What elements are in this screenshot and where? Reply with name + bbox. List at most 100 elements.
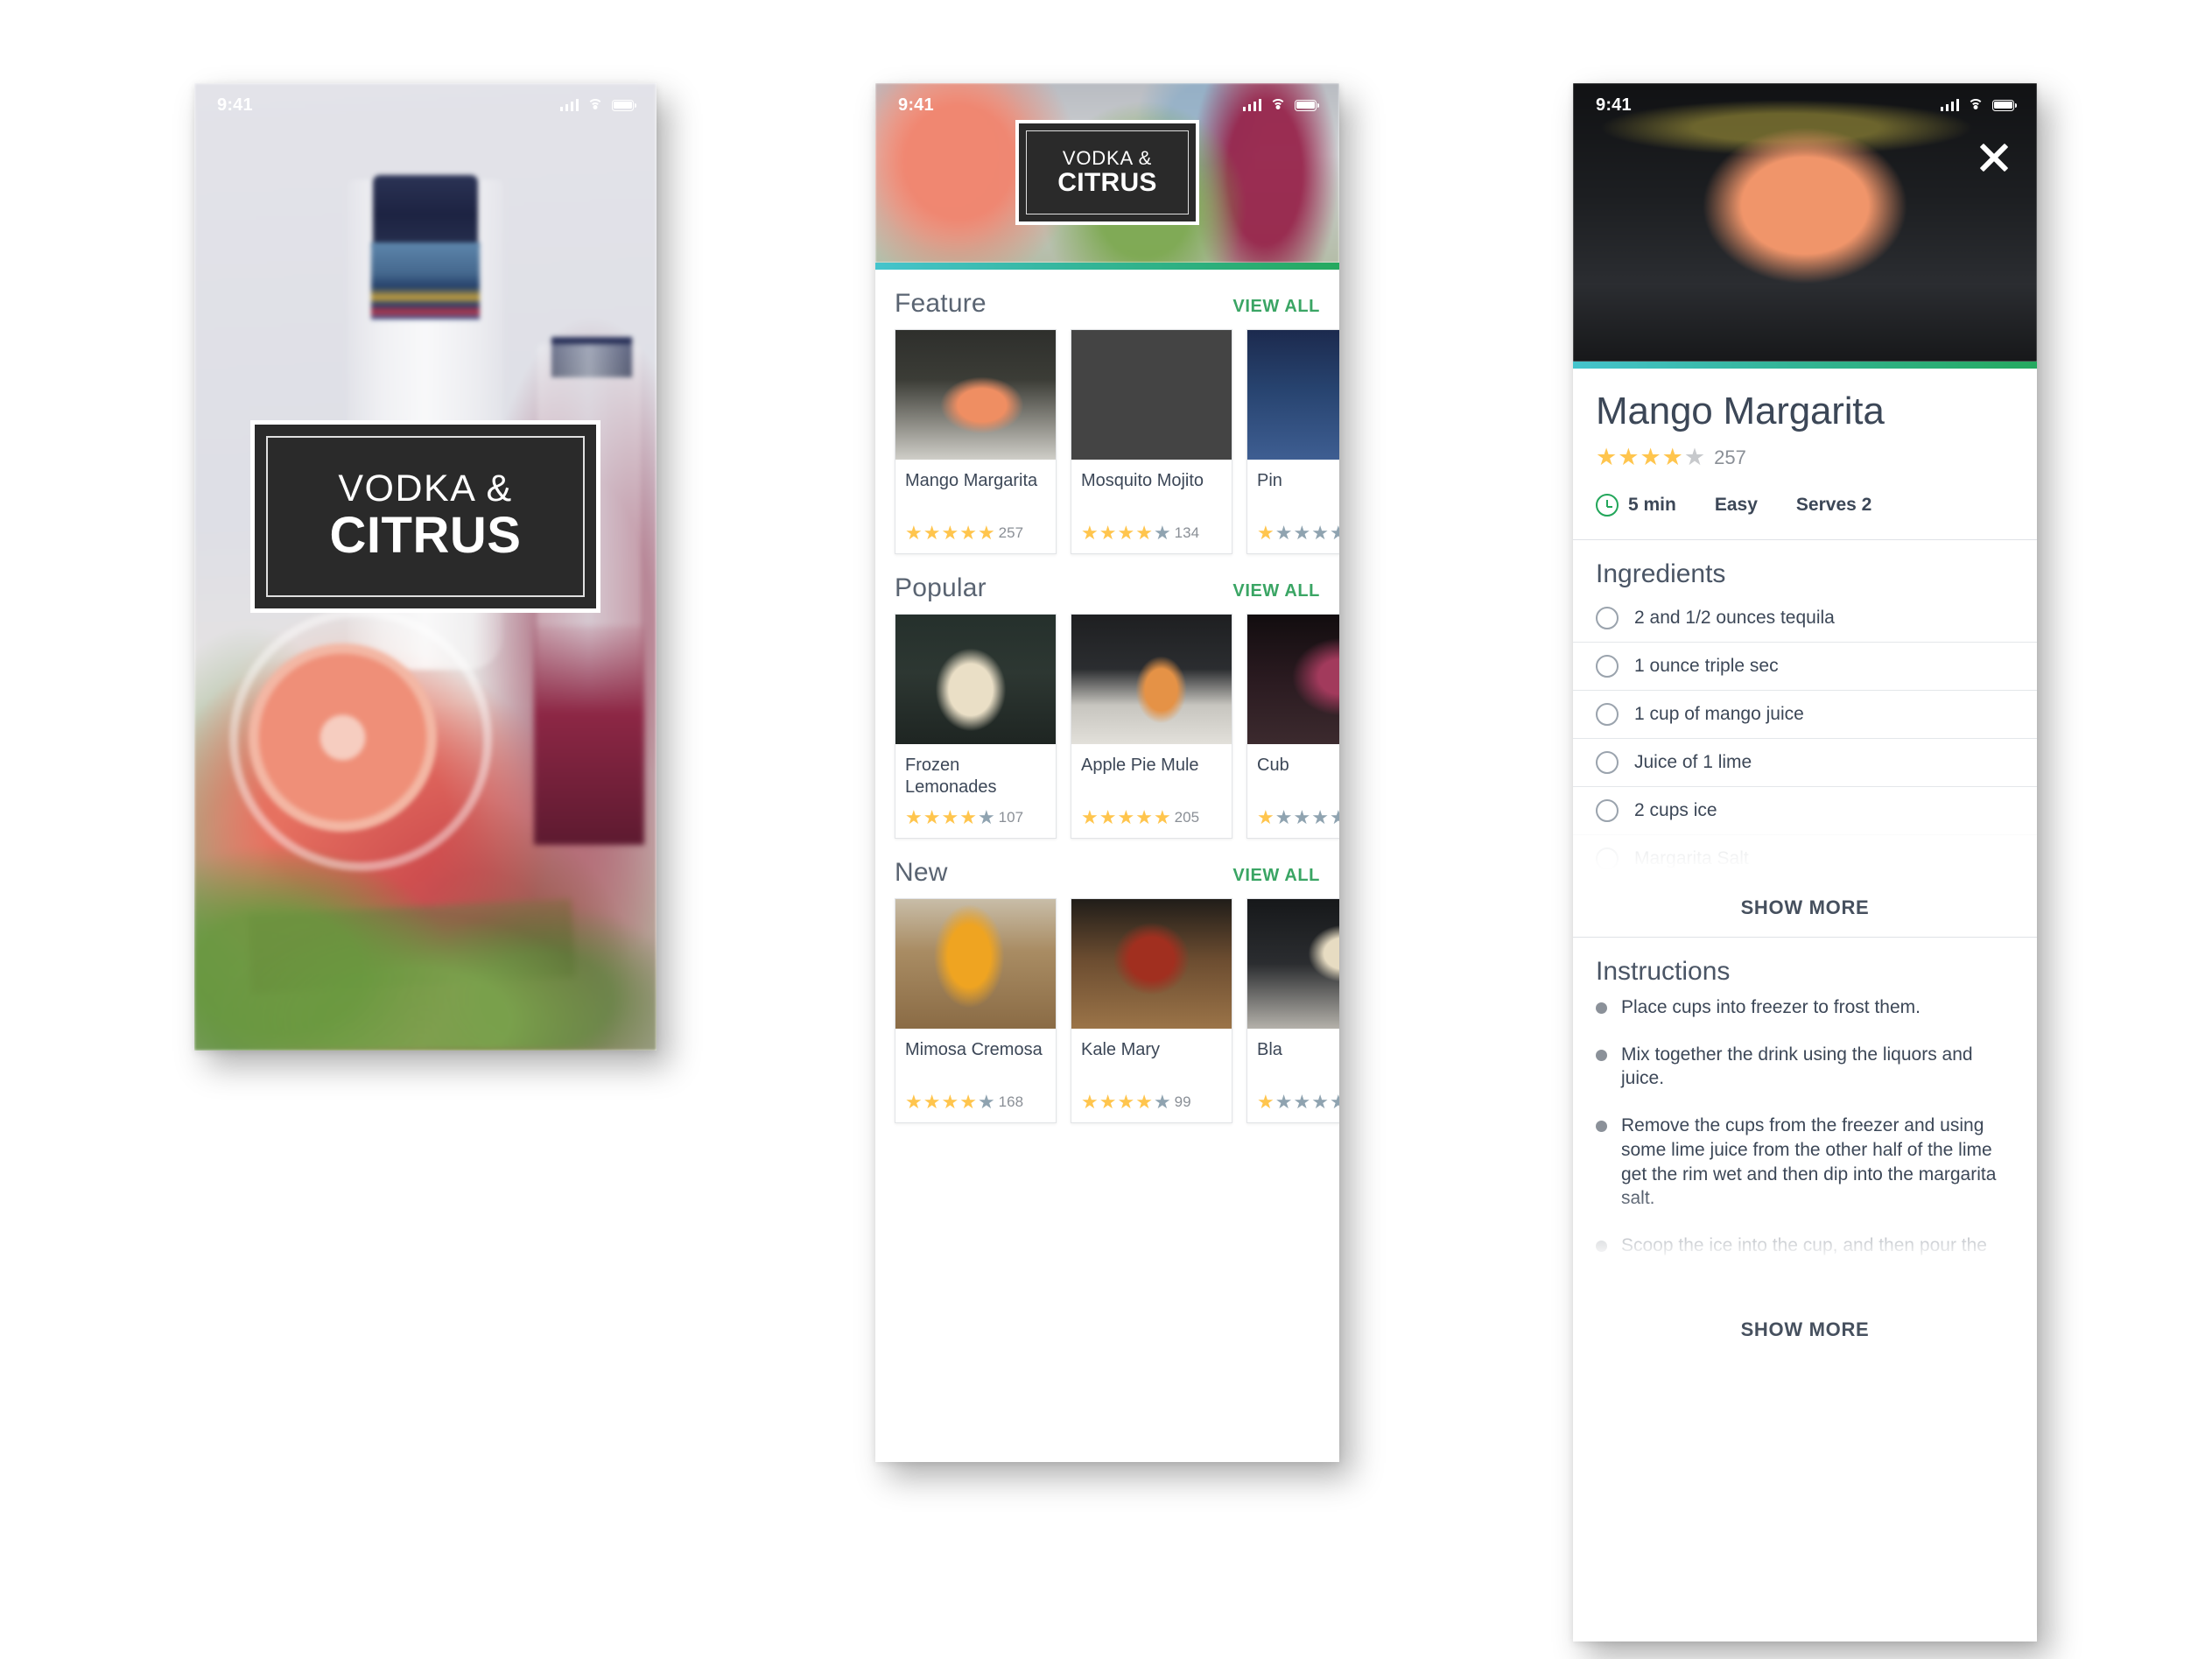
- battery-icon: [1295, 99, 1320, 111]
- star-icon: ★: [1293, 806, 1311, 828]
- recipe-thumbnail: [895, 615, 1056, 744]
- star-icon: ★: [1329, 806, 1339, 828]
- recipe-card[interactable]: Cub ★ ★ ★ ★ ★: [1246, 614, 1339, 839]
- close-icon[interactable]: [1974, 137, 2014, 178]
- recipe-card-meta: Frozen Lemonades ★ ★ ★ ★ ★ 107: [895, 744, 1056, 838]
- home-section: New VIEW ALL Mimosa Cremosa ★ ★ ★ ★ ★ 168 Kale Ma…: [875, 839, 1339, 1123]
- star-icon: ★: [1311, 1091, 1329, 1113]
- ingredient-row[interactable]: Juice of 1 lime: [1573, 738, 2037, 786]
- app-logo-badge: VODKA & CITRUS: [250, 420, 600, 613]
- status-bar: 9:41: [875, 83, 1339, 127]
- ingredients-show-more-button[interactable]: SHOW MORE: [1573, 882, 2037, 937]
- card-carousel[interactable]: Mimosa Cremosa ★ ★ ★ ★ ★ 168 Kale Mary ★ ★ ★ ★ ★ 99 Bl…: [875, 898, 1339, 1123]
- view-all-link[interactable]: VIEW ALL: [1232, 297, 1320, 317]
- detail-scroll-area[interactable]: Mango Margarita ★ ★ ★ ★ ★ 257 5 min Easy Ser…: [1573, 369, 2037, 1641]
- star-icon: ★: [941, 522, 959, 544]
- instructions-fade-overlay: [1573, 1185, 2037, 1283]
- star-icon: ★: [1099, 1091, 1117, 1113]
- recipe-thumbnail: [1247, 899, 1339, 1029]
- recipe-card-title: Mosquito Mojito: [1081, 471, 1204, 490]
- star-icon: ★: [1683, 444, 1706, 470]
- section-header: Feature VIEW ALL: [875, 275, 1339, 329]
- view-all-link[interactable]: VIEW ALL: [1232, 866, 1320, 886]
- cellular-signal-icon: [559, 99, 579, 111]
- wifi-icon: [1968, 99, 1984, 111]
- checkbox-icon[interactable]: [1596, 751, 1619, 774]
- cellular-signal-icon: [1940, 99, 1959, 111]
- star-rating: ★ ★ ★ ★ ★: [905, 808, 995, 827]
- logo-line-one: VODKA &: [1062, 146, 1153, 169]
- star-icon: ★: [1640, 444, 1661, 470]
- hero-accent-bar: [875, 263, 1339, 270]
- rating-count: 257: [998, 524, 1024, 541]
- star-icon: ★: [977, 1091, 995, 1113]
- status-bar-time: 9:41: [217, 95, 253, 115]
- star-icon: ★: [1099, 806, 1117, 828]
- star-icon: ★: [1275, 806, 1293, 828]
- instructions-heading: Instructions: [1596, 957, 1731, 986]
- star-icon: ★: [941, 1091, 959, 1113]
- detail-accent-bar: [1573, 362, 2037, 369]
- star-icon: ★: [1081, 1091, 1099, 1113]
- star-icon: ★: [1257, 522, 1275, 544]
- rating-count: 205: [1174, 809, 1200, 826]
- app-logo-badge-header[interactable]: VODKA & CITRUS: [1015, 120, 1199, 225]
- card-carousel[interactable]: Mango Margarita ★ ★ ★ ★ ★ 257 Mosquito Mojito ★ ★…: [875, 329, 1339, 554]
- recipe-card-title: Cub: [1257, 756, 1289, 775]
- ingredient-row[interactable]: 1 ounce triple sec: [1573, 642, 2037, 690]
- checkbox-icon[interactable]: [1596, 703, 1619, 726]
- star-icon: ★: [1117, 1091, 1135, 1113]
- recipe-card[interactable]: Mosquito Mojito ★ ★ ★ ★ ★ 134: [1071, 329, 1232, 554]
- recipe-card[interactable]: Apple Pie Mule ★ ★ ★ ★ ★ 205: [1071, 614, 1232, 839]
- recipe-thumbnail: [1247, 615, 1339, 744]
- battery-icon: [1992, 99, 2018, 111]
- recipe-thumbnail: [1071, 899, 1232, 1029]
- star-icon: ★: [1618, 444, 1640, 470]
- recipe-card[interactable]: Mango Margarita ★ ★ ★ ★ ★ 257: [895, 329, 1057, 554]
- ingredient-label: 1 ounce triple sec: [1634, 656, 1779, 676]
- instructions-list: Place cups into freezer to frost them. Mi…: [1573, 992, 2037, 1283]
- recipe-card[interactable]: Pin ★ ★ ★ ★ ★: [1246, 329, 1339, 554]
- star-icon: ★: [905, 1091, 923, 1113]
- ingredient-row[interactable]: 2 and 1/2 ounces tequila: [1573, 594, 2037, 642]
- rating-count: 168: [998, 1093, 1024, 1110]
- phone-home-screen: 9:41 VODKA & CITRUS Feature VIEW ALL Mango…: [875, 83, 1339, 1462]
- recipe-card[interactable]: Mimosa Cremosa ★ ★ ★ ★ ★ 168: [895, 898, 1057, 1123]
- recipe-card[interactable]: Bla ★ ★ ★ ★ ★: [1246, 898, 1339, 1123]
- ingredient-row[interactable]: 1 cup of mango juice: [1573, 690, 2037, 738]
- section-title: Popular: [895, 573, 987, 602]
- recipe-card-meta: Mango Margarita ★ ★ ★ ★ ★ 257: [895, 460, 1056, 553]
- ingredient-label: 1 cup of mango juice: [1634, 704, 1804, 724]
- star-icon: ★: [923, 806, 941, 828]
- star-icon: ★: [1293, 1091, 1311, 1113]
- recipe-card[interactable]: Frozen Lemonades ★ ★ ★ ★ ★ 107: [895, 614, 1057, 839]
- star-icon: ★: [923, 522, 941, 544]
- star-rating: ★ ★ ★ ★ ★: [1257, 524, 1339, 543]
- card-carousel[interactable]: Frozen Lemonades ★ ★ ★ ★ ★ 107 Apple Pie Mule ★ ★…: [875, 614, 1339, 839]
- view-all-link[interactable]: VIEW ALL: [1232, 581, 1320, 601]
- section-title: Feature: [895, 289, 987, 318]
- recipe-meta-row: 5 min Easy Serves 2: [1596, 494, 2014, 517]
- checkbox-icon[interactable]: [1596, 607, 1619, 629]
- recipe-card-rating: ★ ★ ★ ★ ★: [1257, 524, 1339, 543]
- star-icon: ★: [1153, 1091, 1171, 1113]
- recipe-header: Mango Margarita ★ ★ ★ ★ ★ 257 5 min Easy Ser…: [1573, 369, 2037, 540]
- recipe-card[interactable]: Kale Mary ★ ★ ★ ★ ★ 99: [1071, 898, 1232, 1123]
- star-rating: ★ ★ ★ ★ ★: [905, 1093, 995, 1112]
- checkbox-icon[interactable]: [1596, 799, 1619, 822]
- star-icon: ★: [1117, 522, 1135, 544]
- screenshot-canvas: 9:41 VODKA & CITRUS 9:41 VODKA & CITRUS …: [0, 0, 2212, 1659]
- status-bar-indicators: [1940, 99, 2018, 111]
- star-icon: ★: [1661, 444, 1683, 470]
- home-scroll-area[interactable]: Feature VIEW ALL Mango Margarita ★ ★ ★ ★ ★ 257 Mo…: [875, 270, 1339, 1462]
- recipe-thumbnail: [1247, 330, 1339, 460]
- recipe-card-title: Mimosa Cremosa: [905, 1040, 1043, 1059]
- checkbox-icon[interactable]: [1596, 655, 1619, 678]
- recipe-thumbnail: [895, 899, 1056, 1029]
- instructions-show-more-button[interactable]: SHOW MORE: [1573, 1304, 2037, 1360]
- meta-difficulty: Easy: [1715, 495, 1758, 516]
- bullet-icon: [1596, 1049, 1607, 1061]
- rating-count: 257: [1714, 446, 1746, 468]
- clock-icon: [1596, 494, 1619, 517]
- ingredient-label: 2 and 1/2 ounces tequila: [1634, 608, 1835, 628]
